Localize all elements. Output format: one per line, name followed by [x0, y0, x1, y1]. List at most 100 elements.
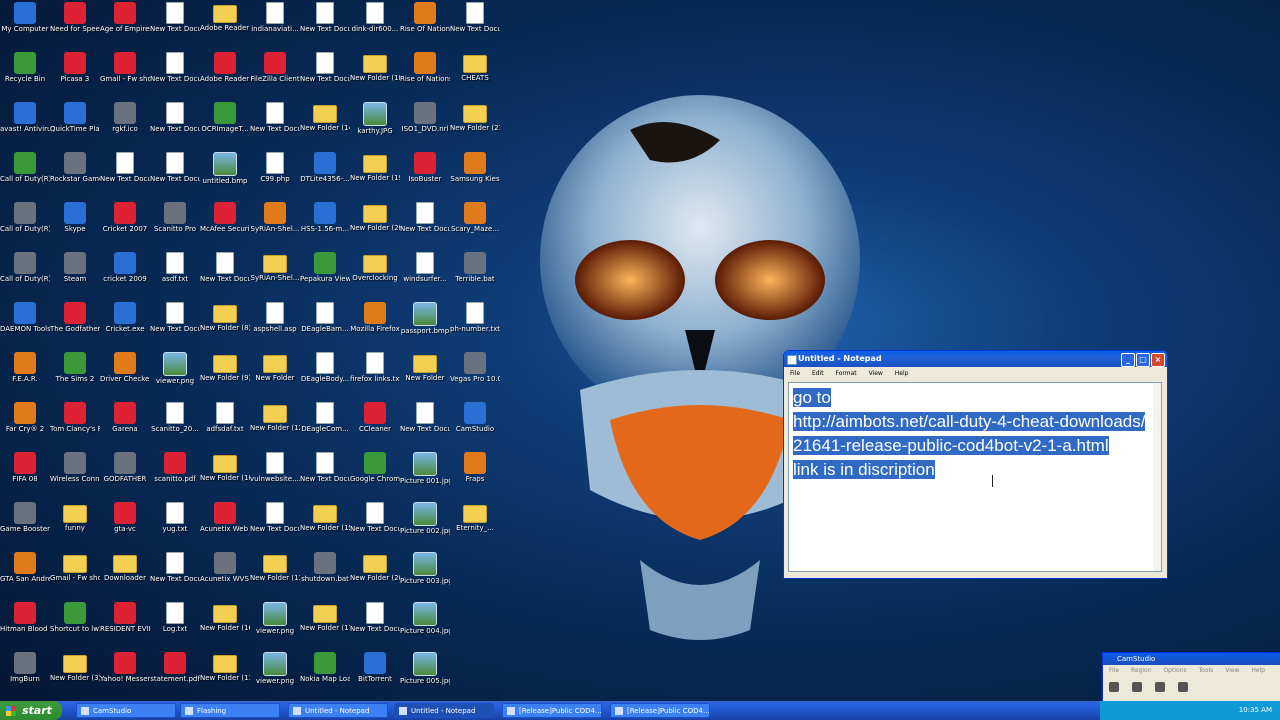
minimize-button[interactable]: _ [1121, 353, 1135, 367]
desktop-icon[interactable]: Game Booster [0, 500, 50, 550]
cam-menu-help[interactable]: Help [1251, 667, 1265, 674]
desktop-icon[interactable]: Google Chrome [350, 450, 400, 500]
desktop-icon[interactable]: Picture 005.jpg [400, 650, 450, 700]
cam-menu-options[interactable]: Options [1163, 667, 1186, 674]
desktop-icon[interactable]: Picture 003.jpg [400, 550, 450, 600]
desktop-icon[interactable]: Driver Checker [100, 350, 150, 400]
taskbar-item-browser-2[interactable]: [Release]Public COD4... [610, 703, 710, 718]
desktop-icon[interactable]: indianaviati... [250, 0, 300, 50]
desktop-icon[interactable]: viewer.png [150, 350, 200, 400]
desktop-icon[interactable]: Picture 002.jpg [400, 500, 450, 550]
desktop-icon[interactable]: OCRImageT... [200, 100, 250, 150]
desktop-icon[interactable]: Picture 004.jpg [400, 600, 450, 650]
desktop-icon[interactable]: Log.txt [150, 600, 200, 650]
desktop-icon[interactable]: New Text Docum... [150, 150, 200, 200]
desktop-icon[interactable]: New Folder (10) [200, 450, 250, 500]
desktop-icon[interactable]: New Text Docum... [150, 550, 200, 600]
desktop-icon[interactable]: My Computer [0, 0, 50, 50]
desktop-icon[interactable]: Call of Duty(R) - World at ... [0, 250, 50, 300]
desktop-icon[interactable]: New Text Docum... [300, 450, 350, 500]
notepad-text-area[interactable]: go to http://aimbots.net/call-duty-4-che… [788, 382, 1162, 572]
cam-menu-tools[interactable]: Tools [1199, 667, 1214, 674]
desktop-icon[interactable]: New Folder (12) [250, 400, 300, 450]
desktop-icon[interactable]: Rise of Nations T... [400, 50, 450, 100]
menu-format[interactable]: Format [836, 370, 857, 377]
desktop-icon[interactable]: statement.pdf [150, 650, 200, 700]
start-button[interactable]: start [0, 701, 62, 720]
desktop-icon[interactable]: Far Cry® 2 [0, 400, 50, 450]
desktop-icon[interactable]: The Sims 2 [50, 350, 100, 400]
annotate-icon[interactable] [1178, 682, 1189, 692]
desktop-icon[interactable]: SyRiAn-Shel... [250, 250, 300, 300]
desktop-icon[interactable]: Gmail - Fw shooting s... [50, 550, 100, 600]
desktop-icon[interactable]: New Text Docum... [300, 0, 350, 50]
taskbar-item-camstudio[interactable]: CamStudio [76, 703, 176, 718]
desktop-icon[interactable]: GTA San Andreas [0, 550, 50, 600]
desktop-icon[interactable]: Vegas Pro 10.0 [450, 350, 500, 400]
desktop-icon[interactable]: Cricket 2007 [100, 200, 150, 250]
cam-menu-region[interactable]: Region [1131, 667, 1152, 674]
desktop-icon[interactable]: Yahoo! Messenger [100, 650, 150, 700]
desktop-icon[interactable]: Fraps [450, 450, 500, 500]
pause-icon[interactable] [1132, 682, 1143, 692]
desktop-icon[interactable]: New Text Docum... [400, 200, 450, 250]
desktop-icon[interactable]: FIFA 08 [0, 450, 50, 500]
desktop-icon[interactable]: Scanitto Pro [150, 200, 200, 250]
desktop-icon[interactable]: Scanitto_20... [150, 400, 200, 450]
desktop-icon[interactable]: Hitman Blood Money [0, 600, 50, 650]
desktop-icon[interactable]: F.E.A.R. [0, 350, 50, 400]
desktop-icon[interactable]: rgkf.ico [100, 100, 150, 150]
desktop-icon[interactable]: windsurfer... [400, 250, 450, 300]
desktop-icon[interactable]: gta-vc [100, 500, 150, 550]
desktop-icon[interactable]: New Folder (13) [250, 550, 300, 600]
desktop-icon[interactable]: New Text Docum... [150, 50, 200, 100]
desktop-icon[interactable]: CamStudio [450, 400, 500, 450]
desktop-icon[interactable]: DEagleBody... [300, 350, 350, 400]
desktop-icon[interactable]: Recycle Bin [0, 50, 50, 100]
maximize-button[interactable]: □ [1136, 353, 1150, 367]
desktop-icon[interactable]: Scary_Maze... [450, 200, 500, 250]
desktop-icon[interactable]: cricket 2009 [100, 250, 150, 300]
desktop-icon[interactable]: Skype [50, 200, 100, 250]
desktop-icon[interactable]: New Text Docum... [400, 400, 450, 450]
desktop-icon[interactable]: DTLite4356-... [300, 150, 350, 200]
desktop-icon[interactable]: New Folder (8) [200, 300, 250, 350]
desktop-icon[interactable]: Eternity_... [450, 500, 500, 550]
desktop-icon[interactable]: Need for Speed™ M... [50, 0, 100, 50]
notepad-titlebar[interactable]: Untitled - Notepad _ □ × [784, 351, 1167, 367]
desktop-icon[interactable]: CHEATS [450, 50, 500, 100]
desktop-icon[interactable]: The Godfather™ II [50, 300, 100, 350]
desktop-icon[interactable]: Gmail - Fw shooting s... [100, 50, 150, 100]
desktop-icon[interactable]: New Folder (21) [450, 100, 500, 150]
desktop-icon[interactable]: HSS-1.56-m... [300, 200, 350, 250]
notepad-window[interactable]: Untitled - Notepad _ □ × File Edit Forma… [783, 350, 1168, 579]
desktop-icon[interactable]: New Folder (16) [200, 600, 250, 650]
desktop-icon[interactable]: firefox links.txt [350, 350, 400, 400]
taskbar-item-flashing[interactable]: Flashing [180, 703, 280, 718]
desktop-icon[interactable]: ISO1_DVD.nrl [400, 100, 450, 150]
desktop-icon[interactable]: Garena [100, 400, 150, 450]
desktop-icon[interactable]: New Text Docum... [450, 0, 500, 50]
desktop-icon[interactable]: SyRiAn-Shel... [250, 200, 300, 250]
desktop-icon[interactable]: adfsdaf.txt [200, 400, 250, 450]
desktop-icon[interactable]: viewer.png [250, 600, 300, 650]
desktop-icon[interactable]: New Text Docum... [100, 150, 150, 200]
desktop-icon[interactable]: ph-number.txt [450, 300, 500, 350]
desktop-icon[interactable]: New Folder (19) [350, 150, 400, 200]
desktop-icon[interactable]: ImgBurn [0, 650, 50, 700]
cam-menu-view[interactable]: View [1225, 667, 1239, 674]
desktop-icon[interactable]: Acunetix WVS Reporter 6 [200, 550, 250, 600]
desktop-icon[interactable]: Downloader [100, 550, 150, 600]
desktop-icon[interactable]: DEagleBam... [300, 300, 350, 350]
desktop-icon[interactable]: BitTorrent [350, 650, 400, 700]
desktop-icon[interactable]: Call of Duty(R) 4 - Modern ... [0, 150, 50, 200]
desktop-icon[interactable]: RESIDENT EVIL 5 [100, 600, 150, 650]
record-icon[interactable] [1109, 682, 1119, 692]
desktop-icon[interactable]: DEagleCom... [300, 400, 350, 450]
taskbar-item-notepad-2[interactable]: Untitled - Notepad [394, 703, 494, 718]
desktop-icon[interactable]: Call of Duty(R) - World at ... [0, 200, 50, 250]
desktop-icon[interactable]: New Text Docum... [150, 100, 200, 150]
clock[interactable]: 10:35 AM [1239, 706, 1272, 714]
desktop-icon[interactable]: Adobe Reader 9 [200, 50, 250, 100]
desktop-icon[interactable]: Rise Of Nations [400, 0, 450, 50]
